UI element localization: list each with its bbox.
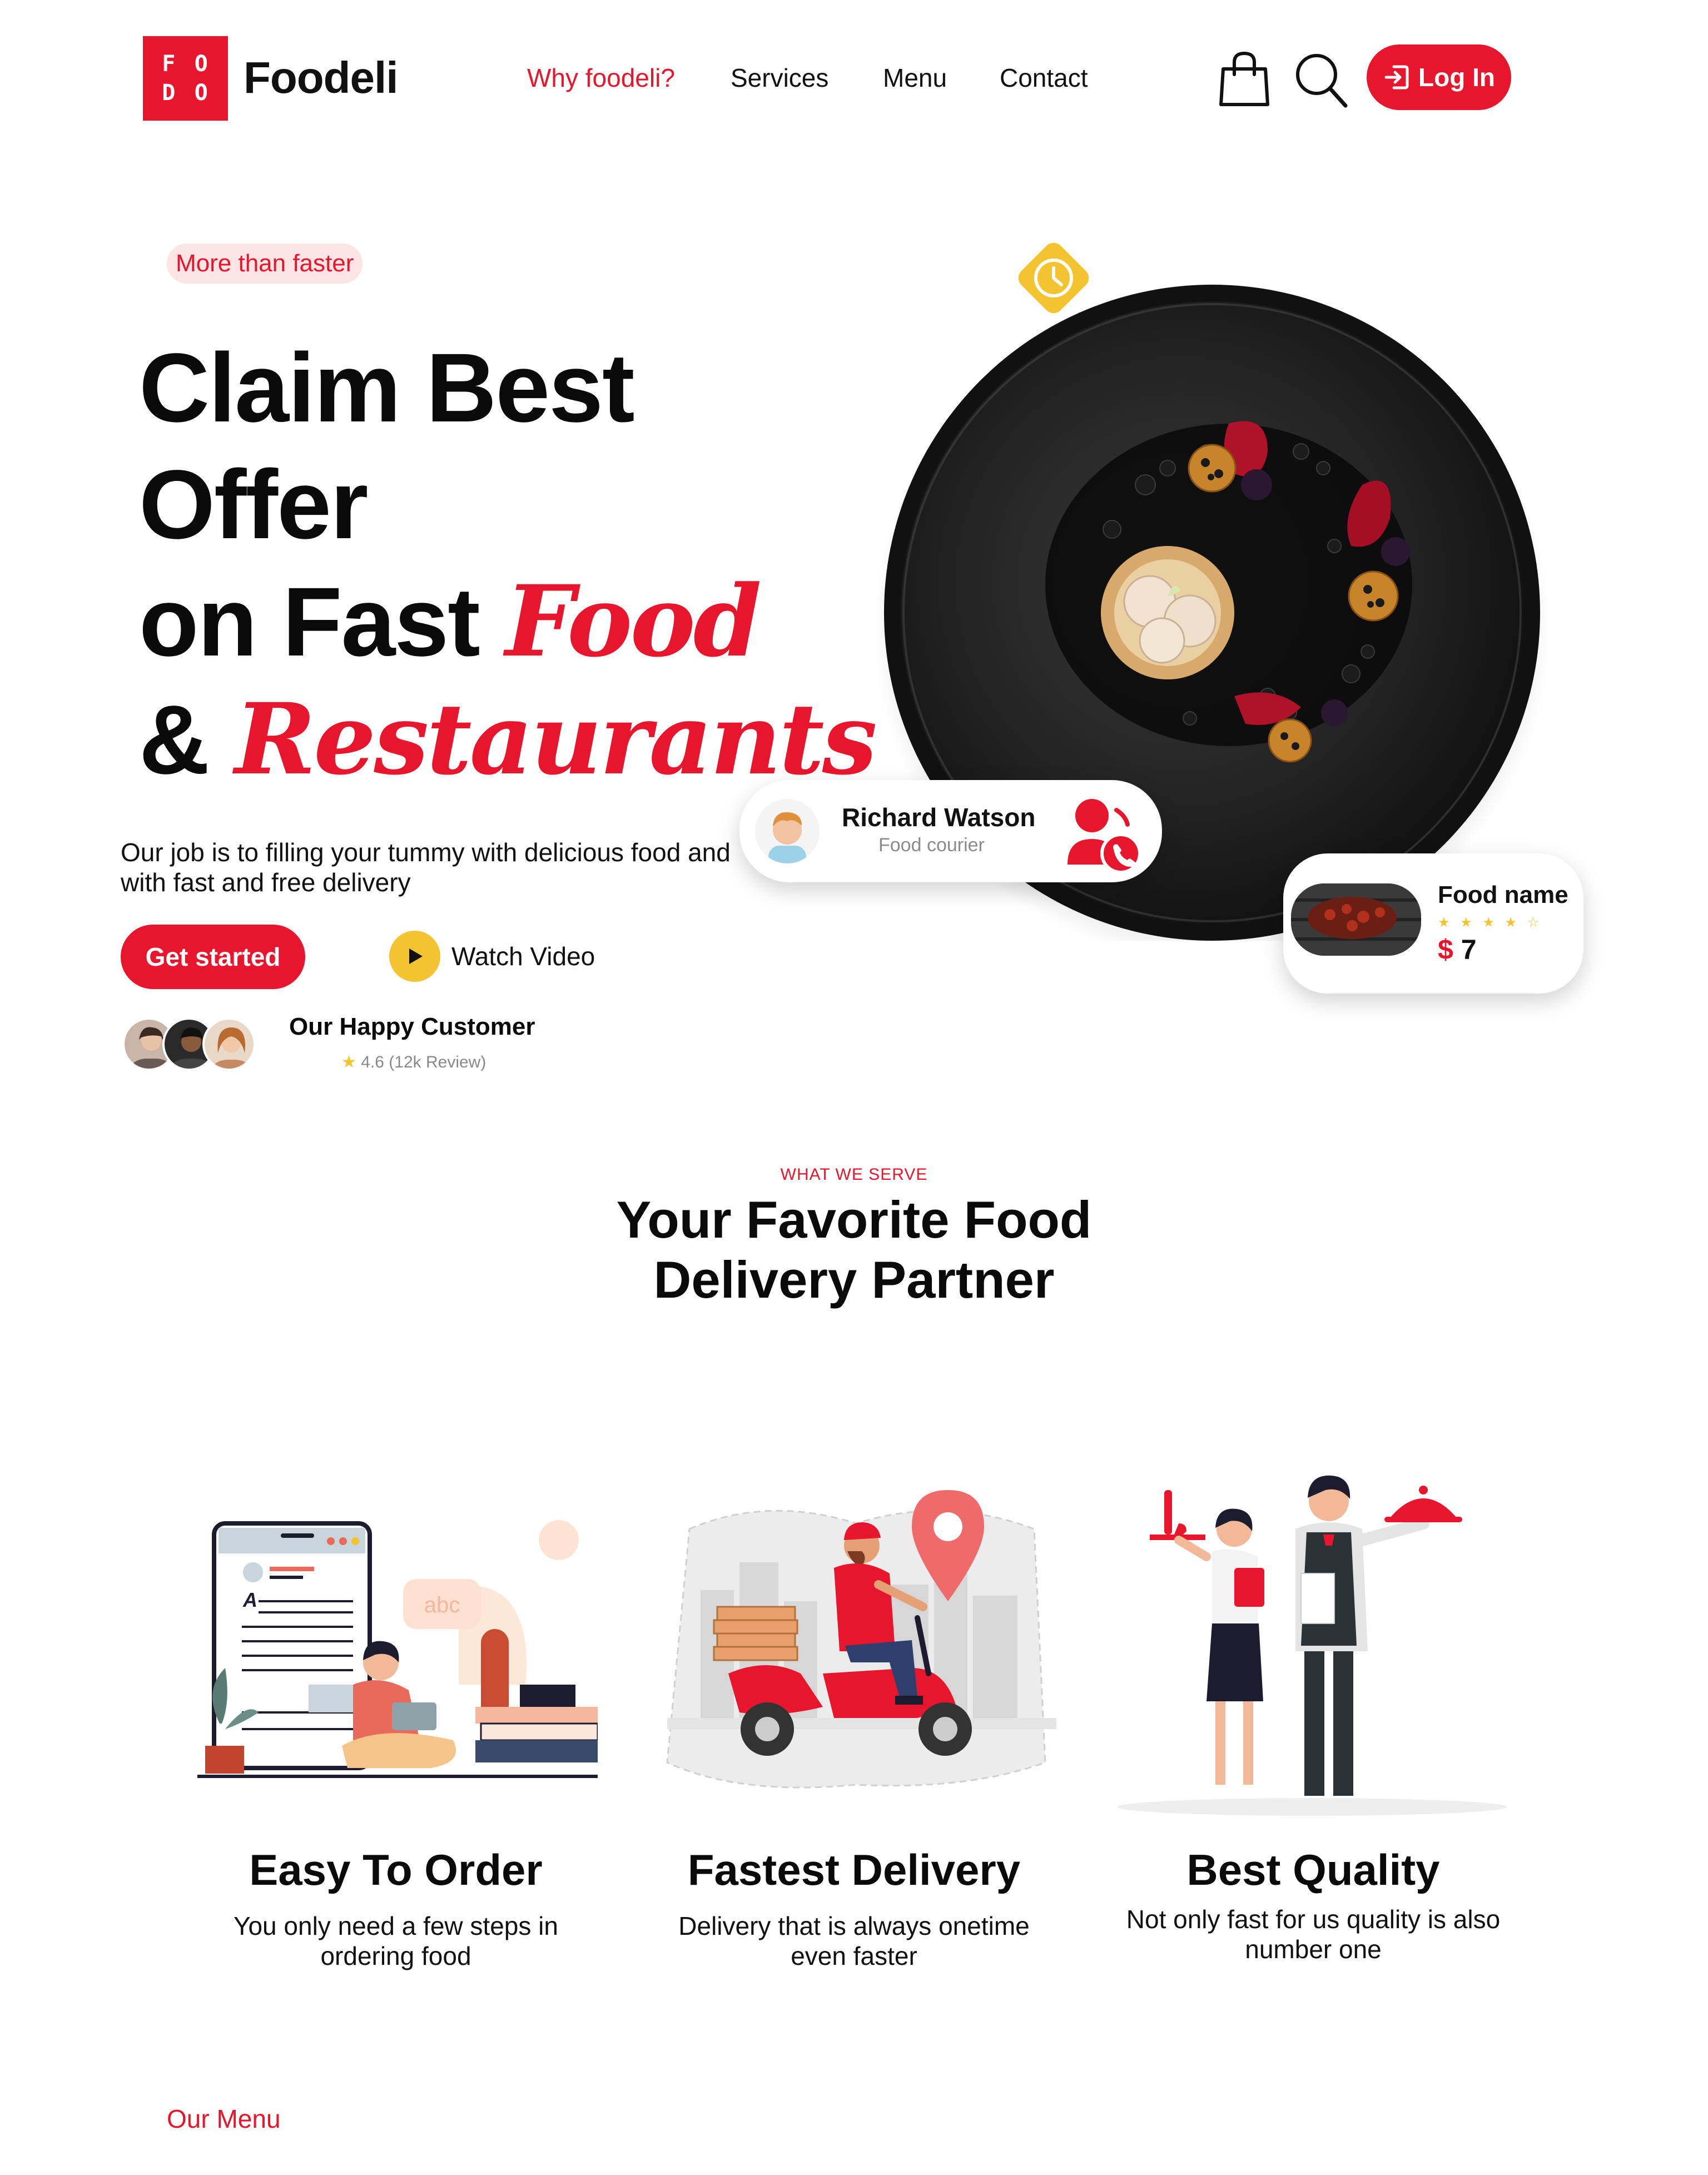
feature-desc-line: Delivery that is always onetime <box>678 1911 1030 1940</box>
nav-link-why-foodeli[interactable]: Why foodeli? <box>527 62 675 93</box>
hero-title-line-2: Offer <box>139 450 368 559</box>
section-title-line-2: Delivery Partner <box>653 1250 1055 1309</box>
brand-name[interactable]: Foodeli <box>244 51 398 105</box>
logo-letter: D <box>162 80 177 106</box>
hero-title-plain: on Fast <box>139 568 505 677</box>
happy-customer-title: Our Happy Customer <box>289 1013 535 1040</box>
hero-title-line-4: & Restaurants <box>139 682 877 797</box>
rating: ★ 4.6 (12k Review) <box>341 1052 486 1072</box>
price-value: 7 <box>1461 934 1477 965</box>
courier-card[interactable]: Richard Watson Food courier <box>739 780 1162 882</box>
shopping-bag-icon[interactable] <box>1218 50 1271 111</box>
our-menu-label: Our Menu <box>167 2104 281 2133</box>
feature-desc-line: You only need a few steps in <box>234 1911 558 1940</box>
watch-video-button[interactable]: Watch Video <box>389 931 595 982</box>
feature-title-easy-to-order: Easy To Order <box>249 1845 543 1894</box>
logo[interactable]: F O D O <box>143 36 228 121</box>
food-item-card[interactable]: Food name ★ ★ ★ ★ ☆ $ 7 <box>1283 853 1583 994</box>
feature-desc-easy-to-order: You only need a few steps in ordering fo… <box>146 1911 646 1971</box>
hero-title-line-3: on Fast Food <box>139 564 762 679</box>
logo-letter: O <box>194 51 209 77</box>
nav-link-services[interactable]: Services <box>731 62 828 93</box>
easy-to-order-illustration: abc A <box>197 1501 599 1793</box>
play-icon <box>389 931 440 982</box>
document-letter: A <box>242 1588 257 1611</box>
feature-desc-fastest-delivery: Delivery that is always onetime even fas… <box>604 1911 1104 1971</box>
food-price: $ 7 <box>1438 933 1477 966</box>
hero-title-script-restaurants: Restaurants <box>235 682 877 797</box>
section-eyebrow: WHAT WE SERVE <box>780 1165 928 1184</box>
login-button[interactable]: Log In <box>1367 44 1511 110</box>
chat-bubble-text: abc <box>424 1593 460 1617</box>
hero-title-plain: & <box>139 686 235 794</box>
logo-letter: O <box>194 80 209 106</box>
feature-desc-line: Not only fast for us quality is also <box>1126 1905 1501 1934</box>
food-name: Food name <box>1438 881 1568 908</box>
feature-desc-line: number one <box>1245 1935 1382 1964</box>
nav-link-contact[interactable]: Contact <box>1000 62 1088 93</box>
courier-role: Food courier <box>878 835 985 856</box>
feature-title-best-quality: Best Quality <box>1186 1845 1440 1894</box>
courier-name: Richard Watson <box>842 803 1036 832</box>
avatar <box>202 1017 256 1071</box>
hero-description: Our job is to filling your tummy with de… <box>121 838 731 897</box>
customer-avatars <box>122 1017 256 1071</box>
nav-link-menu[interactable]: Menu <box>883 62 947 93</box>
login-icon <box>1384 65 1409 90</box>
feature-desc-line: even faster <box>791 1941 917 1970</box>
feature-title-fastest-delivery: Fastest Delivery <box>687 1845 1021 1894</box>
courier-avatar <box>755 799 820 863</box>
feature-desc-best-quality: Not only fast for us quality is also num… <box>1063 1904 1563 1964</box>
section-title-line-1: Your Favorite Food <box>616 1190 1092 1249</box>
search-icon[interactable] <box>1293 51 1349 112</box>
hero-tag-pill: More than faster <box>167 244 363 284</box>
section-title: Your Favorite Food Delivery Partner <box>0 1190 1708 1310</box>
call-courier-icon[interactable] <box>1061 793 1144 874</box>
best-quality-illustration <box>1112 1462 1512 1821</box>
currency-symbol: $ <box>1438 934 1453 965</box>
rating-text: 4.6 (12k Review) <box>361 1053 486 1071</box>
login-label: Log In <box>1418 63 1495 92</box>
star-icon: ★ <box>341 1053 356 1071</box>
hero-title-script-food: Food <box>505 564 762 679</box>
food-rating-stars: ★ ★ ★ ★ ☆ <box>1438 915 1543 930</box>
logo-letter: F <box>162 51 177 77</box>
watch-video-label: Watch Video <box>451 942 595 971</box>
feature-desc-line: ordering food <box>320 1941 471 1970</box>
food-thumbnail <box>1291 883 1421 956</box>
fastest-delivery-illustration <box>656 1473 1056 1804</box>
get-started-button[interactable]: Get started <box>121 925 305 989</box>
hero-title-line-1: Claim Best <box>139 334 635 443</box>
